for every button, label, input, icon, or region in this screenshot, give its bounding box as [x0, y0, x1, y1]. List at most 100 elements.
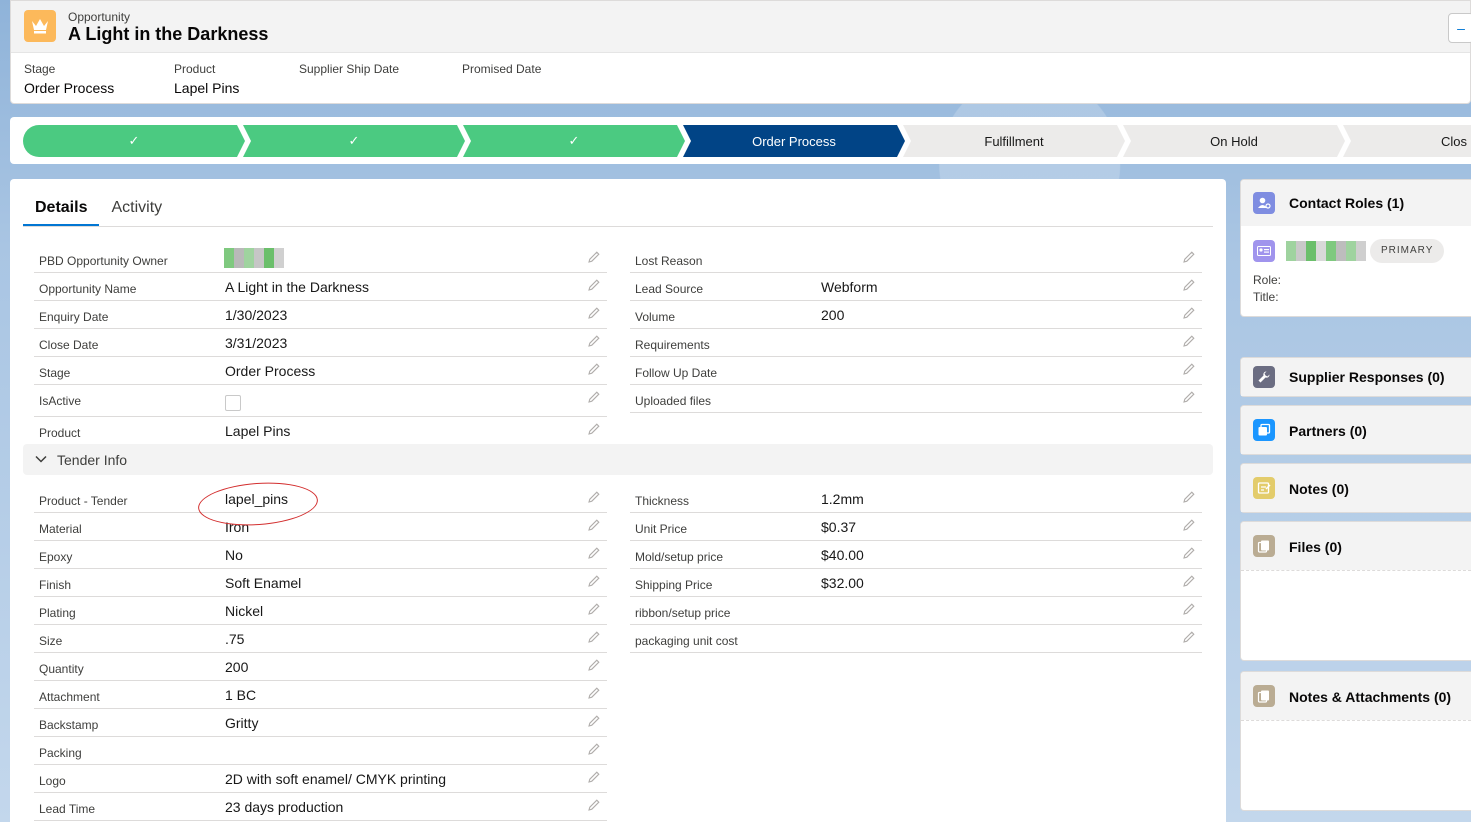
field-row: Epoxy No [34, 541, 607, 569]
field-row: Lead Time 23 days production [34, 793, 607, 821]
field-label: Mold/setup price [635, 550, 724, 564]
path-stage[interactable]: On Hold [1123, 125, 1345, 157]
role-label: Role: [1253, 273, 1282, 287]
path-stage-label: Fulfillment [984, 133, 1044, 149]
pencil-icon[interactable] [587, 334, 601, 348]
field-label: Opportunity Name [39, 282, 137, 296]
pencil-icon[interactable] [587, 250, 601, 264]
pencil-icon[interactable] [1182, 362, 1196, 376]
pencil-icon[interactable] [1182, 602, 1196, 616]
field-row: Lost Reason [630, 245, 1202, 273]
field-value: Webform [821, 279, 878, 295]
tender-info-section-header[interactable]: Tender Info [23, 444, 1213, 475]
chevron-down-icon [35, 455, 47, 463]
pencil-icon[interactable] [587, 422, 601, 436]
pencil-icon[interactable] [587, 770, 601, 784]
field-label: Plating [39, 606, 76, 620]
file-drop-zone[interactable] [1241, 570, 1471, 660]
pencil-icon[interactable] [587, 518, 601, 532]
pencil-icon[interactable] [1182, 630, 1196, 644]
path-stage[interactable]: ✓ [463, 125, 685, 157]
field-value: 1/30/2023 [225, 307, 288, 323]
path-stage[interactable]: ✓ [243, 125, 465, 157]
card-title[interactable]: Notes & Attachments (0) [1289, 689, 1451, 705]
field-row: Opportunity Name A Light in the Darkness [34, 273, 607, 301]
pencil-icon[interactable] [587, 714, 601, 728]
details-panel: Details Activity PBD Opportunity Owner Op… [10, 179, 1226, 822]
path-stage-label: Order Process [752, 133, 836, 149]
pencil-icon[interactable] [1182, 334, 1196, 348]
pencil-icon[interactable] [587, 798, 601, 812]
field-value: 1.2mm [821, 491, 864, 507]
card-title[interactable]: Contact Roles (1) [1289, 195, 1404, 211]
path-stage-label: Clos [1440, 133, 1467, 149]
pencil-icon[interactable] [1182, 490, 1196, 504]
object-label: Opportunity [68, 10, 131, 24]
field-value: A Light in the Darkness [225, 279, 369, 295]
card-title[interactable]: Supplier Responses (0) [1289, 369, 1445, 385]
card-title[interactable]: Files (0) [1289, 539, 1342, 555]
pencil-icon[interactable] [587, 686, 601, 700]
pencil-icon[interactable] [587, 742, 601, 756]
pencil-icon[interactable] [587, 658, 601, 672]
pencil-icon[interactable] [587, 306, 601, 320]
field-label: Requirements [635, 338, 710, 352]
check-icon: ✓ [348, 133, 360, 148]
field-label: ribbon/setup price [635, 606, 731, 620]
pencil-icon[interactable] [587, 574, 601, 588]
path-stage[interactable]: ✓ [23, 125, 245, 157]
field-value: No [225, 547, 243, 563]
pencil-icon[interactable] [1182, 390, 1196, 404]
path-stages: ✓ ✓ ✓ Order Process Fulfillment On Hold Clos [23, 125, 1471, 157]
pencil-icon[interactable] [1182, 574, 1196, 588]
field-row: Mold/setup price $40.00 [630, 541, 1202, 569]
pencil-icon[interactable] [587, 362, 601, 376]
path-stage[interactable]: Order Process [683, 125, 905, 157]
pencil-icon[interactable] [587, 602, 601, 616]
field-row: Stage Order Process [34, 357, 607, 385]
pencil-icon[interactable] [1182, 546, 1196, 560]
path-stage[interactable]: Clos [1343, 125, 1471, 157]
highlight-label: Supplier Ship Date [299, 62, 400, 76]
owner-name-redacted[interactable] [224, 248, 284, 268]
contact-card-icon [1253, 240, 1275, 262]
card-title[interactable]: Notes (0) [1289, 481, 1349, 497]
field-label: IsActive [39, 394, 82, 408]
field-row: Close Date 3/31/2023 [34, 329, 607, 357]
card-title[interactable]: Partners (0) [1289, 423, 1367, 439]
pencil-icon[interactable] [587, 390, 601, 404]
attachment-drop-zone[interactable] [1241, 720, 1471, 810]
pencil-icon[interactable] [1182, 250, 1196, 264]
pencil-icon[interactable] [1182, 306, 1196, 320]
field-row: Size .75 [34, 625, 607, 653]
header-top: Opportunity A Light in the Darkness – [11, 1, 1471, 53]
pencil-icon[interactable] [1182, 518, 1196, 532]
highlight-promised-date: Promised Date [462, 62, 541, 80]
tab-activity[interactable]: Activity [99, 197, 174, 227]
pencil-icon[interactable] [587, 630, 601, 644]
pencil-icon[interactable] [587, 490, 601, 504]
field-row: Shipping Price $32.00 [630, 569, 1202, 597]
pencil-icon[interactable] [587, 278, 601, 292]
pencil-icon[interactable] [1182, 278, 1196, 292]
header-action-button[interactable]: – [1448, 13, 1471, 43]
field-label: Finish [39, 578, 72, 592]
field-row: IsActive [34, 385, 607, 417]
field-row: Material Iron [34, 513, 607, 541]
highlight-supplier-ship-date: Supplier Ship Date [299, 62, 399, 80]
field-row: Finish Soft Enamel [34, 569, 607, 597]
wrench-icon [1253, 366, 1275, 388]
notes-attachments-card: Notes & Attachments (0) [1240, 671, 1471, 811]
field-value: $0.37 [821, 519, 857, 535]
field-label: Enquiry Date [39, 310, 109, 324]
pencil-icon[interactable] [587, 546, 601, 560]
isactive-checkbox[interactable] [225, 395, 241, 411]
section-title: Tender Info [57, 452, 128, 468]
field-value: Order Process [225, 363, 316, 379]
field-value: 200 [225, 659, 249, 675]
contact-name-redacted[interactable] [1286, 241, 1366, 261]
path-stage[interactable]: Fulfillment [903, 125, 1125, 157]
tab-details[interactable]: Details [23, 197, 100, 227]
field-row: Follow Up Date [630, 357, 1202, 385]
highlight-label: Product [174, 62, 216, 76]
